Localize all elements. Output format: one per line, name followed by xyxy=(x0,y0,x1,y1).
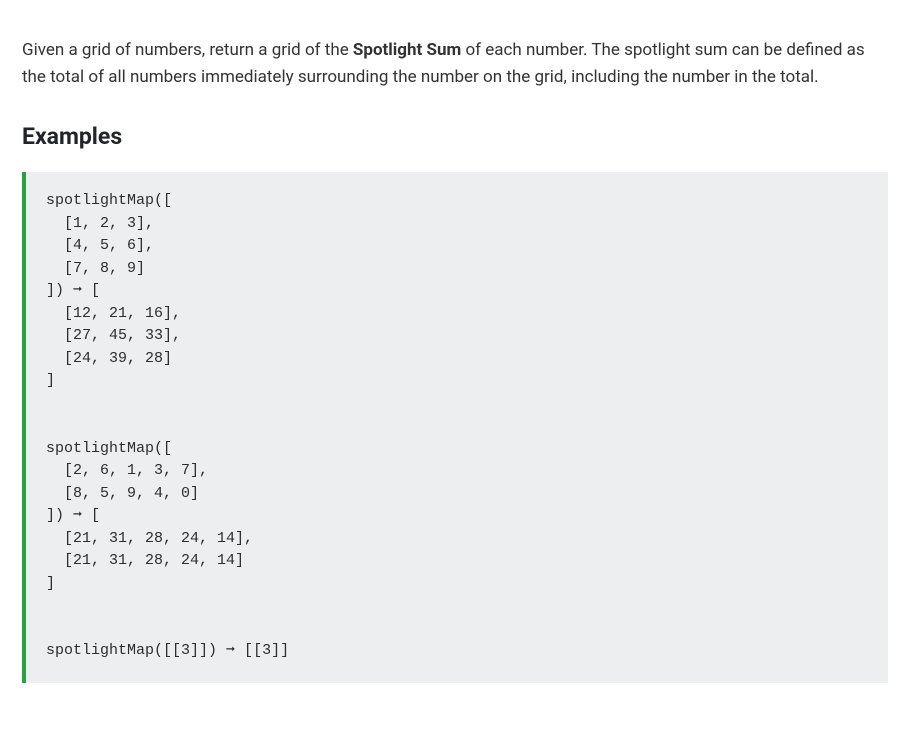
examples-code-block: spotlightMap([ [1, 2, 3], [4, 5, 6], [7,… xyxy=(22,172,888,683)
description-bold: Spotlight Sum xyxy=(353,40,461,60)
description-pre: Given a grid of numbers, return a grid o… xyxy=(22,40,353,60)
examples-heading: Examples xyxy=(22,119,888,156)
problem-description: Given a grid of numbers, return a grid o… xyxy=(22,37,888,91)
